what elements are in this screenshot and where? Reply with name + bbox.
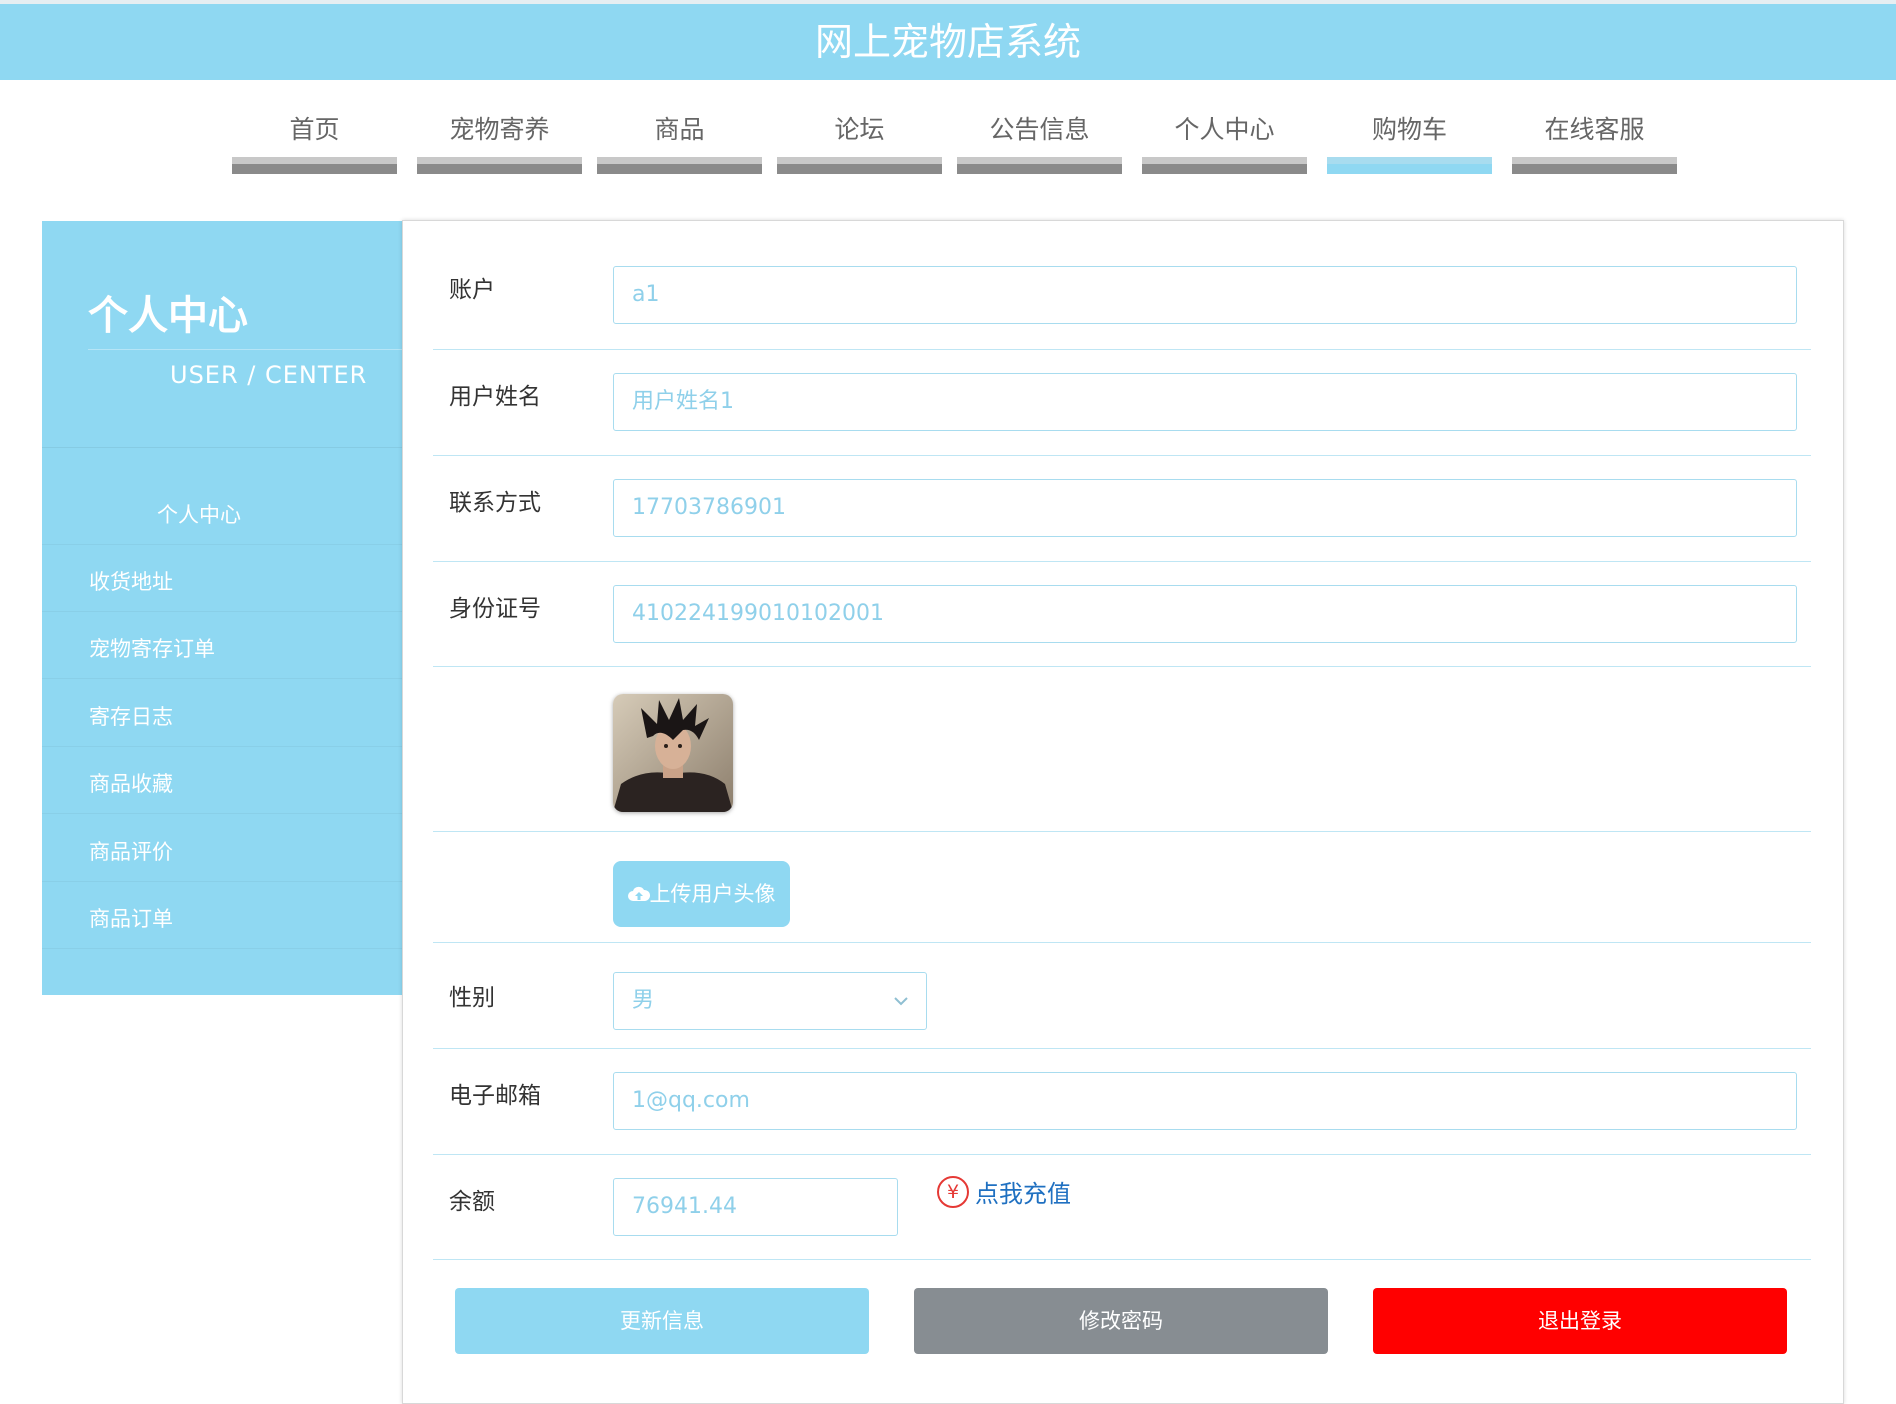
update-info-button[interactable]: 更新信息 — [455, 1288, 869, 1354]
form-row-avatar — [433, 666, 1811, 832]
sidebar-item-divider — [42, 813, 402, 814]
sidebar: 个人中心 USER / CENTER 个人中心 收货地址 宠物寄存订单 寄存日志… — [42, 221, 402, 995]
change-password-button[interactable]: 修改密码 — [914, 1288, 1328, 1354]
username-input[interactable]: 用户姓名1 — [613, 373, 1797, 431]
sidebar-item-divider — [42, 948, 402, 949]
sidebar-item-divider — [42, 881, 402, 882]
upload-avatar-button[interactable]: 上传用户头像 — [613, 861, 790, 927]
sidebar-title: 个人中心 — [88, 293, 248, 339]
sidebar-divider — [42, 447, 402, 448]
nav-cart[interactable]: 购物车 — [1327, 110, 1492, 174]
nav-online-service[interactable]: 在线客服 — [1512, 110, 1677, 174]
main-nav: 首页 宠物寄养 商品 论坛 公告信息 个人中心 购物车 在线客服 — [0, 80, 1896, 180]
sidebar-divider — [88, 349, 402, 350]
nav-forum[interactable]: 论坛 — [777, 110, 942, 174]
email-input[interactable]: 1@qq.com — [613, 1072, 1797, 1130]
form-row-idcard: 身份证号 410224199010102001 — [433, 561, 1811, 667]
nav-underline — [1512, 157, 1677, 174]
account-label: 账户 — [449, 277, 495, 303]
form-row-gender: 性别 男 — [433, 942, 1811, 1049]
nav-pet-boarding[interactable]: 宠物寄养 — [417, 110, 582, 174]
email-label: 电子邮箱 — [449, 1083, 541, 1109]
nav-underline — [597, 157, 762, 174]
form-row-email: 电子邮箱 1@qq.com — [433, 1048, 1811, 1155]
sidebar-item-divider — [42, 611, 402, 612]
sidebar-item-boarding-orders[interactable]: 宠物寄存订单 — [42, 613, 402, 679]
nav-underline — [957, 157, 1122, 174]
site-header: 网上宠物店系统 — [0, 4, 1896, 80]
sidebar-item-divider — [42, 678, 402, 679]
gender-label: 性别 — [449, 985, 495, 1011]
sidebar-item-favorites[interactable]: 商品收藏 — [42, 748, 402, 814]
sidebar-subtitle: USER / CENTER — [170, 361, 368, 389]
form-row-balance: 余额 76941.44 ¥ 点我充值 — [433, 1154, 1811, 1260]
site-title: 网上宠物店系统 — [814, 20, 1081, 64]
idcard-label: 身份证号 — [449, 596, 541, 622]
nav-underline — [232, 157, 397, 174]
nav-underline-active — [1327, 157, 1492, 174]
nav-underline — [777, 157, 942, 174]
sidebar-item-user-center[interactable]: 个人中心 — [42, 479, 402, 545]
phone-label: 联系方式 — [449, 490, 541, 516]
nav-underline — [1142, 157, 1307, 174]
chevron-down-icon — [894, 997, 908, 1006]
recharge-text: 点我充值 — [975, 1180, 1071, 1208]
nav-announcements[interactable]: 公告信息 — [957, 110, 1122, 174]
gender-select[interactable]: 男 — [613, 972, 927, 1030]
balance-input[interactable]: 76941.44 — [613, 1178, 898, 1236]
sidebar-item-reviews[interactable]: 商品评价 — [42, 816, 402, 882]
phone-input[interactable]: 17703786901 — [613, 479, 1797, 537]
gender-selected-value: 男 — [632, 988, 655, 1013]
idcard-input[interactable]: 410224199010102001 — [613, 585, 1797, 643]
profile-form-panel: 账户 a1 用户姓名 用户姓名1 联系方式 17703786901 身份证号 4… — [402, 220, 1844, 1404]
logout-button[interactable]: 退出登录 — [1373, 1288, 1787, 1354]
form-row-account: 账户 a1 — [433, 242, 1811, 350]
sidebar-item-orders[interactable]: 商品订单 — [42, 883, 402, 949]
balance-label: 余额 — [449, 1189, 495, 1215]
nav-user-center[interactable]: 个人中心 — [1142, 110, 1307, 174]
sidebar-item-boarding-log[interactable]: 寄存日志 — [42, 681, 402, 747]
nav-underline — [417, 157, 582, 174]
sidebar-item-divider — [42, 746, 402, 747]
form-row-phone: 联系方式 17703786901 — [433, 455, 1811, 562]
account-input[interactable]: a1 — [613, 266, 1797, 324]
sidebar-item-address[interactable]: 收货地址 — [42, 546, 402, 612]
user-avatar — [613, 694, 733, 812]
username-label: 用户姓名 — [449, 384, 541, 410]
form-row-username: 用户姓名 用户姓名1 — [433, 349, 1811, 456]
yen-icon: ¥ — [937, 1176, 969, 1208]
cloud-upload-icon — [627, 886, 650, 901]
form-row-upload: 上传用户头像 — [433, 831, 1811, 943]
nav-home[interactable]: 首页 — [232, 110, 397, 174]
nav-products[interactable]: 商品 — [597, 110, 762, 174]
sidebar-item-divider — [42, 544, 402, 545]
